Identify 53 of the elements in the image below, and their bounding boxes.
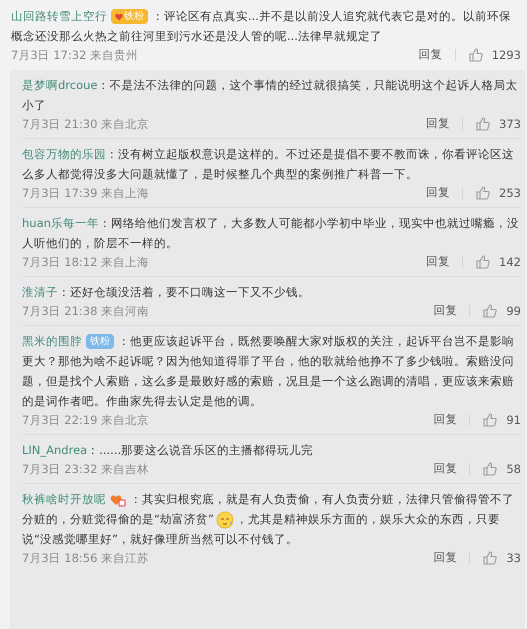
comment-text: 包容万物的乐园：没有树立起版权意识是这样的。不过还是提倡不要不教而诛，你看评论区这么多人都觉得没多大问题就懂了，是时候整几个典型的案例推广科普一下。 [22, 146, 515, 183]
comment-timestamp: 7月3日 18:12 来自上海 [22, 254, 150, 271]
comment-timestamp: 7月3日 22:19 来自北京 [22, 412, 150, 429]
like-count: 33 [506, 550, 521, 567]
username-link[interactable]: 淮清子 [22, 285, 58, 299]
comment-timestamp: 7月3日 17:32 来自贵州 [11, 47, 140, 64]
username-link[interactable]: 黑米的围脖 [22, 334, 82, 348]
username-link[interactable]: huan乐每一年 [22, 216, 99, 230]
username-link[interactable]: LIN_Andrea [22, 443, 88, 457]
username-link[interactable]: 包容万物的乐园 [22, 147, 106, 161]
sweat-emoji-icon [216, 510, 234, 529]
username-link[interactable]: 秋裤啥时开放呢 [22, 492, 106, 506]
thumbs-up-icon [482, 461, 498, 477]
comment-timestamp: 7月3日 18:56 来自江苏 [22, 550, 150, 567]
reply-link[interactable]: 回复 [426, 118, 464, 130]
reply-link[interactable]: 回复 [433, 552, 470, 564]
thumbs-up-icon [482, 550, 498, 566]
thumbs-up-icon [475, 254, 492, 270]
heart-badge-icon [110, 492, 126, 507]
reply-link[interactable]: 回复 [426, 187, 464, 199]
comment-text: huan乐每一年：网络给他们发言权了，大多数人可能都小学初中毕业，现实中也就过嘴瘾，没人听他们的，阶层不一样的。 [22, 215, 520, 252]
reply-link[interactable]: 回复 [433, 463, 470, 475]
comment-text: 秋裤啥时开放呢 ：其实归根究底，就是有人负责偷，有人负责分赃，法律只管偷得管不了分赃的，分赃觉得偷的是“劫富济贫” ，尤其是精神娱乐方面的，娱乐大众的东西，只要说“没感觉哪里好”，就好像理所当然可以不付钱了。 [22, 491, 515, 548]
comment-timestamp: 7月3日 21:30 来自北京 [22, 116, 150, 133]
comment-timestamp: 7月3日 23:32 来自吉林 [22, 461, 150, 478]
username-link[interactable]: 是梦啊drcoue [22, 78, 98, 92]
comment-text: LIN_Andrea：......那要这么说音乐区的主播都得玩儿完 [22, 442, 314, 459]
like-count: 142 [499, 254, 521, 271]
like-count: 58 [506, 461, 521, 478]
heart-icon [115, 12, 123, 21]
comment-text: 山回路转雪上空行 铁粉 ：评论区有点真实...并不是以前没人追究就代表它是对的。以前环保概念还没那么火热之前往河里到污水还是没人管的呢...法律早就规定了 [11, 8, 512, 45]
reply-link[interactable]: 回复 [433, 305, 470, 317]
fan-badge: 铁粉 [86, 334, 114, 350]
thumbs-up-icon [482, 303, 498, 319]
reply-link[interactable]: 回复 [426, 256, 464, 268]
thumbs-up-icon [475, 185, 492, 201]
comment-text: 黑米的围脖 铁粉 ：他更应该起诉平台，既然要唤醒大家对版权的关注，起诉平台岂不是影响更大？那他为啥不起诉呢？因为他知道得罪了平台，他的歌就给他挣不了多少钱啦。索赔没问题，但是找个人索赔，这么多是最败好感的索赔，况且是一个这么跑调的清唱，更应该来索赔的是词作者吧。作曲家先得去认定是他的调。 [22, 333, 515, 410]
reply-link[interactable]: 回复 [433, 414, 470, 426]
comment-timestamp: 7月3日 21:38 来自河南 [22, 303, 150, 320]
like-count: 373 [499, 116, 521, 133]
like-count: 91 [506, 412, 521, 429]
thumbs-up-icon [482, 412, 498, 428]
comment-text: 淮清子：还好仓颉没活着，要不口嗨这一下又不少钱。 [22, 284, 311, 301]
like-count: 253 [499, 185, 521, 202]
comment-timestamp: 7月3日 17:39 来自上海 [22, 185, 150, 202]
like-count: 1293 [492, 47, 521, 64]
like-count: 99 [506, 303, 521, 320]
comment-text: 是梦啊drcoue：不是法不法律的问题，这个事情的经过就很搞笑，只能说明这个起诉人格局太小了 [22, 77, 518, 114]
fan-label: 铁粉 [124, 12, 144, 22]
reply-link[interactable]: 回复 [418, 49, 456, 61]
thumbs-up-icon [475, 116, 492, 132]
thumbs-up-icon [468, 47, 484, 63]
username-link[interactable]: 山回路转雪上空行 [11, 9, 107, 23]
